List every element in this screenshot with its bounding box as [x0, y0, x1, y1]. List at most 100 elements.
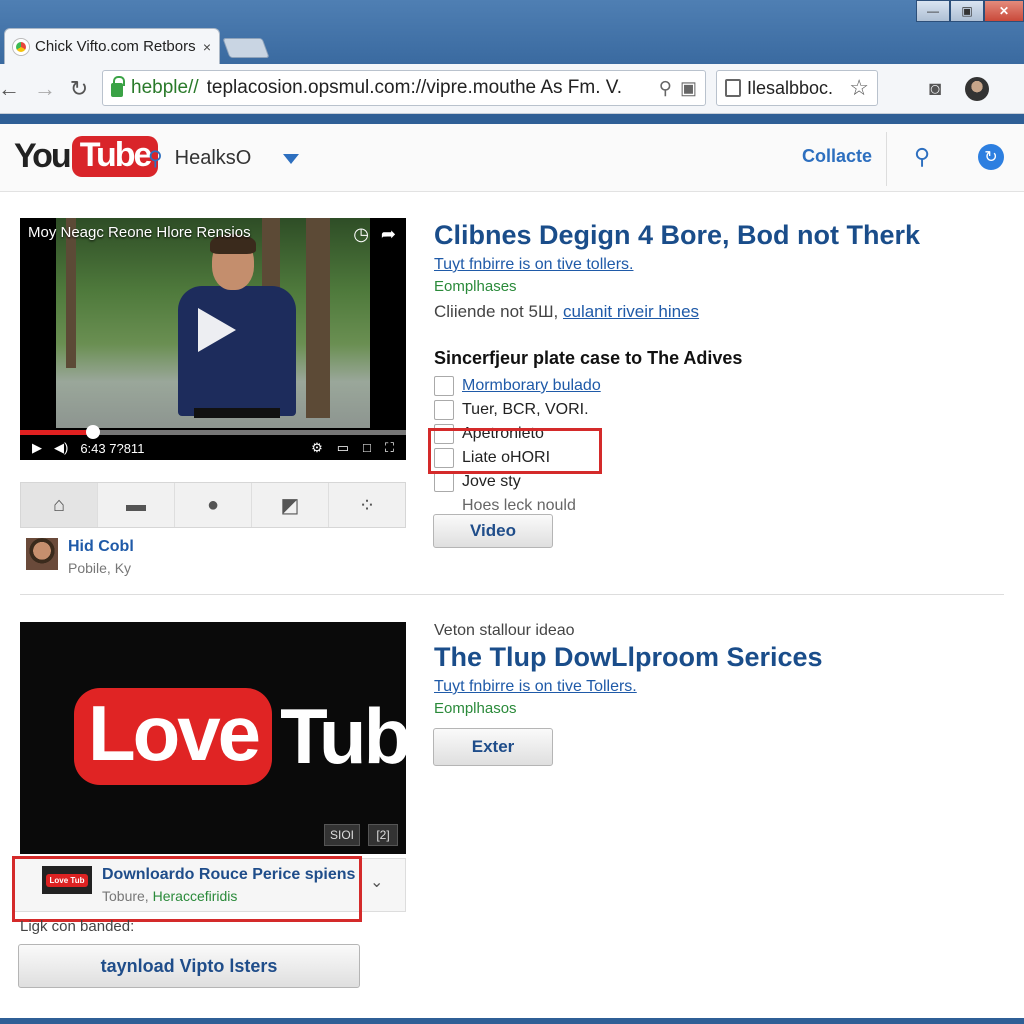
tab-close-icon[interactable]: × — [203, 39, 211, 55]
settings-gear-icon[interactable]: ⚙ — [311, 440, 323, 456]
highlight-annotation-2 — [12, 856, 362, 922]
logo-tube-text: Tube — [71, 136, 159, 177]
logo-you-text: You — [14, 137, 72, 175]
highlight-annotation — [428, 428, 602, 474]
search-icon[interactable]: ⚲ — [659, 78, 672, 99]
checklist-item[interactable]: Mormborary bulado — [434, 374, 601, 398]
quality-badge[interactable]: SIOI — [324, 824, 360, 846]
home-icon[interactable]: ⌂ — [21, 483, 98, 527]
player-time: 6:43 7?811 — [80, 440, 145, 456]
video-subtitle-link[interactable]: Tuyt fnbirre is on tive tollers. — [434, 256, 633, 274]
channel-info[interactable]: Hid Cobl Pobile, Ky — [26, 538, 134, 576]
video2-subtitle-link[interactable]: Tuyt fnbirre is on tive Tollers. — [434, 678, 637, 696]
chevron-down-icon[interactable] — [283, 153, 300, 164]
image-icon[interactable]: ▣ — [680, 78, 697, 99]
video-button[interactable]: Video — [433, 514, 553, 548]
browser-toolbar: ← → ↻ hebple// teplacosion.opsmul.com://… — [0, 64, 1024, 114]
close-window-button[interactable]: ✕ — [984, 0, 1024, 22]
enter-button[interactable]: Exter — [433, 728, 553, 766]
back-arrow-icon[interactable]: ← — [0, 74, 24, 104]
taskbar-edge — [0, 1018, 1024, 1024]
toolbar-accent-strip — [0, 114, 1024, 124]
header-search-text: HealksO — [174, 147, 252, 169]
video-person — [164, 234, 314, 428]
small-label: Ligk con banded: — [20, 918, 135, 935]
forward-arrow-icon[interactable]: → — [30, 74, 60, 104]
maximize-button[interactable]: ▣ — [950, 0, 984, 22]
browser-search-box[interactable]: Ilesalbboc. ☆ — [716, 70, 878, 106]
avatar[interactable] — [26, 538, 58, 570]
player-title: Moy Neagc Reone Hlore Rensios — [28, 224, 251, 241]
checklist-label: Hoes leck nould — [462, 497, 576, 514]
page-content: You Tube ⚲ HealksO Collacte ⚲ ↻ Moy Neag… — [0, 124, 1024, 1018]
folder-icon[interactable]: ▬ — [98, 483, 175, 527]
minimize-button[interactable]: — — [916, 0, 950, 22]
header-search[interactable]: ⚲ HealksO — [148, 146, 300, 171]
collect-link[interactable]: Collacte — [802, 146, 872, 167]
search-icon: ⚲ — [148, 148, 163, 170]
play-small-icon[interactable]: ▶ — [32, 440, 42, 456]
chrome-favicon-icon — [13, 38, 29, 55]
volume-icon[interactable]: ◀) — [54, 440, 68, 456]
video-player[interactable]: Moy Neagc Reone Hlore Rensios ◷ ➦ ▶ ◀) 6… — [20, 218, 406, 460]
player-top-icons: ◷ ➦ — [353, 224, 396, 245]
tab-title: Chick Vifto.com Retbors — [35, 38, 196, 55]
fullscreen-icon[interactable]: ⛶ — [385, 440, 394, 456]
header-search-icon[interactable]: ⚲ — [914, 144, 930, 170]
header-divider — [886, 132, 887, 186]
progress-fill — [20, 430, 94, 435]
browser-tab[interactable]: Chick Vifto.com Retbors × — [4, 28, 220, 64]
meta-text: Cliiende not 5Ш, — [434, 302, 559, 321]
reload-icon[interactable]: ↻ — [64, 74, 94, 104]
checklist-label: Mormborary bulado — [462, 377, 601, 394]
checkbox[interactable] — [434, 472, 454, 492]
refresh-circle-icon[interactable]: ↻ — [978, 144, 1004, 170]
site-header: You Tube ⚲ HealksO Collacte ⚲ ↻ — [0, 124, 1024, 192]
video2-title[interactable]: The Tlup DowLlproom Serices — [434, 642, 823, 673]
logo-love-text: Love — [74, 688, 273, 785]
camera-icon[interactable]: ◙ — [920, 74, 950, 104]
love-tub-logo: Love Tub — [74, 688, 406, 785]
clock-icon[interactable]: ◷ — [353, 224, 369, 245]
player-controls: ▶ ◀) 6:43 7?811 ⚙ ▭ □ ⛶ — [20, 436, 406, 460]
checklist-label: Tuer, BCR, VORI. — [462, 401, 589, 418]
bookmark-star-icon[interactable]: ☆ — [849, 75, 869, 101]
resize-badge[interactable]: [2] — [368, 824, 398, 846]
page-icon — [725, 79, 741, 97]
grid-dots-icon[interactable]: ⁘ — [329, 483, 405, 527]
new-tab-button[interactable] — [222, 38, 270, 58]
video-thumbnail-2[interactable]: Love Tub SIOI [2] — [20, 622, 406, 854]
options-heading: Sincerfjeur plate case to The Adives — [434, 348, 743, 368]
lock-icon — [111, 76, 125, 97]
logo-tub-text: Tub — [280, 692, 406, 780]
video2-pretitle: Veton stallour ideao — [434, 622, 575, 639]
play-icon[interactable] — [198, 308, 236, 352]
download-video-button[interactable]: taynload Vipto lsters — [18, 944, 360, 988]
checklist-item[interactable]: Tuer, BCR, VORI. — [434, 398, 601, 422]
video-title[interactable]: Clibnes Degign 4 Bore, Bod not Therk — [434, 220, 920, 251]
checkbox[interactable] — [434, 376, 454, 396]
search-box-text: Ilesalbboc. — [747, 77, 834, 98]
address-bar[interactable]: hebple// teplacosion.opsmul.com://vipre.… — [102, 70, 706, 106]
url-scheme: hebple// — [131, 77, 199, 98]
checklist-label: Jove sty — [462, 473, 521, 490]
theater-icon[interactable]: □ — [363, 440, 371, 456]
progress-bar[interactable] — [20, 425, 406, 439]
url-text: teplacosion.opsmul.com://vipre.mouthe As… — [206, 77, 622, 98]
captions-icon[interactable]: ▭ — [337, 440, 349, 456]
checkbox[interactable] — [434, 400, 454, 420]
youtube-logo[interactable]: You Tube — [14, 136, 159, 177]
image-icon[interactable]: ◩ — [252, 483, 329, 527]
meta-link[interactable]: culanit riveir hines — [563, 302, 699, 321]
video-category: Eomplhases — [434, 278, 517, 295]
video2-category: Eomplhasos — [434, 700, 517, 717]
browser-titlebar: — ▣ ✕ Chick Vifto.com Retbors × — [0, 0, 1024, 64]
channel-name[interactable]: Hid Cobl — [68, 538, 134, 556]
profile-avatar[interactable] — [962, 74, 992, 104]
channel-location: Pobile, Ky — [68, 560, 132, 576]
share-arrow-icon[interactable]: ➦ — [381, 224, 396, 245]
video-meta: Cliiende not 5Ш, culanit riveir hines — [434, 302, 699, 322]
window-controls: — ▣ ✕ — [916, 0, 1024, 22]
info-icon[interactable]: ● — [175, 483, 252, 527]
chevron-down-icon[interactable]: ⌄ — [370, 872, 383, 892]
